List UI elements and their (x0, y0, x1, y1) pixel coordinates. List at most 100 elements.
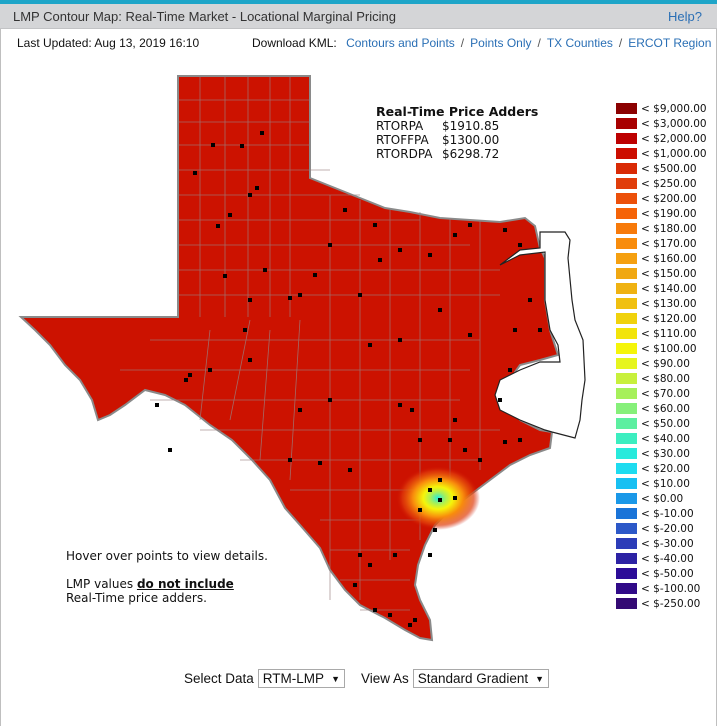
settlement-point-marker[interactable] (453, 418, 457, 422)
settlement-point-marker[interactable] (243, 328, 247, 332)
legend-label: < $120.00 (641, 312, 697, 325)
legend-swatch (616, 598, 637, 609)
kml-contours-points-link[interactable]: Contours and Points (346, 36, 455, 50)
settlement-point-marker[interactable] (188, 373, 192, 377)
settlement-point-marker[interactable] (288, 296, 292, 300)
settlement-point-marker[interactable] (393, 553, 397, 557)
settlement-point-marker[interactable] (208, 368, 212, 372)
settlement-point-marker[interactable] (398, 248, 402, 252)
settlement-point-marker[interactable] (211, 143, 215, 147)
legend-swatch (616, 403, 637, 414)
settlement-point-marker[interactable] (313, 273, 317, 277)
settlement-point-marker[interactable] (418, 438, 422, 442)
settlement-point-marker[interactable] (388, 613, 392, 617)
settlement-point-marker[interactable] (298, 293, 302, 297)
page-title: LMP Contour Map: Real-Time Market - Loca… (13, 9, 396, 24)
settlement-point-marker[interactable] (463, 448, 467, 452)
settlement-point-marker[interactable] (193, 171, 197, 175)
map-controls: Select Data RTM-LMP ▼ View As Standard Gr… (184, 669, 550, 688)
separator: / (537, 36, 541, 50)
settlement-point-marker[interactable] (368, 563, 372, 567)
settlement-point-marker[interactable] (503, 228, 507, 232)
kml-ercot-region-link[interactable]: ERCOT Region (628, 36, 711, 50)
settlement-point-marker[interactable] (528, 298, 532, 302)
settlement-point-marker[interactable] (358, 553, 362, 557)
settlement-point-marker[interactable] (503, 440, 507, 444)
settlement-point-marker[interactable] (448, 438, 452, 442)
view-as-dropdown[interactable]: Standard Gradient ▼ (412, 669, 550, 688)
settlement-point-marker[interactable] (373, 608, 377, 612)
settlement-point-marker[interactable] (240, 144, 244, 148)
settlement-point-marker[interactable] (428, 553, 432, 557)
lmp-note-prefix: LMP values (66, 577, 137, 591)
settlement-point-marker[interactable] (168, 448, 172, 452)
settlement-point-marker[interactable] (513, 328, 517, 332)
settlement-point-marker[interactable] (248, 193, 252, 197)
legend-item: < $120.00 (616, 311, 707, 326)
settlement-point-marker[interactable] (353, 583, 357, 587)
settlement-point-marker[interactable] (358, 293, 362, 297)
legend-item: < $-30.00 (616, 536, 707, 551)
settlement-point-marker[interactable] (468, 223, 472, 227)
legend-swatch (616, 418, 637, 429)
settlement-point-marker[interactable] (328, 243, 332, 247)
settlement-point-marker[interactable] (413, 618, 417, 622)
settlement-point-marker[interactable] (318, 461, 322, 465)
legend-label: < $500.00 (641, 162, 697, 175)
settlement-point-marker[interactable] (398, 403, 402, 407)
settlement-point-marker[interactable] (478, 458, 482, 462)
legend-swatch (616, 238, 637, 249)
settlement-point-marker[interactable] (398, 338, 402, 342)
legend-swatch (616, 343, 637, 354)
settlement-point-marker[interactable] (343, 208, 347, 212)
select-data-dropdown[interactable]: RTM-LMP ▼ (257, 669, 345, 688)
settlement-point-marker[interactable] (263, 268, 267, 272)
settlement-point-marker[interactable] (538, 328, 542, 332)
settlement-point-marker[interactable] (428, 488, 432, 492)
legend-item: < $-50.00 (616, 566, 707, 581)
settlement-point-marker[interactable] (508, 368, 512, 372)
help-link[interactable]: Help? (668, 9, 702, 24)
settlement-point-marker[interactable] (378, 258, 382, 262)
legend-swatch (616, 178, 637, 189)
kml-tx-counties-link[interactable]: TX Counties (547, 36, 613, 50)
legend-label: < $250.00 (641, 177, 697, 190)
settlement-point-marker[interactable] (438, 478, 442, 482)
settlement-point-marker[interactable] (328, 398, 332, 402)
price-adders-title: Real-Time Price Adders (376, 104, 539, 119)
dropdown-arrow-icon: ▼ (331, 673, 340, 684)
settlement-point-marker[interactable] (438, 498, 442, 502)
settlement-point-marker[interactable] (518, 438, 522, 442)
settlement-point-marker[interactable] (260, 131, 264, 135)
settlement-point-marker[interactable] (418, 508, 422, 512)
legend-item: < $-40.00 (616, 551, 707, 566)
settlement-point-marker[interactable] (298, 408, 302, 412)
settlement-point-marker[interactable] (438, 308, 442, 312)
settlement-point-marker[interactable] (216, 224, 220, 228)
settlement-point-marker[interactable] (223, 274, 227, 278)
legend-item: < $150.00 (616, 266, 707, 281)
settlement-point-marker[interactable] (498, 398, 502, 402)
settlement-point-marker[interactable] (453, 233, 457, 237)
legend-swatch (616, 508, 637, 519)
settlement-point-marker[interactable] (428, 253, 432, 257)
settlement-point-marker[interactable] (410, 408, 414, 412)
settlement-point-marker[interactable] (368, 343, 372, 347)
kml-points-only-link[interactable]: Points Only (470, 36, 531, 50)
settlement-point-marker[interactable] (348, 468, 352, 472)
legend-label: < $2,000.00 (641, 132, 707, 145)
settlement-point-marker[interactable] (468, 333, 472, 337)
settlement-point-marker[interactable] (228, 213, 232, 217)
settlement-point-marker[interactable] (248, 298, 252, 302)
settlement-point-marker[interactable] (518, 243, 522, 247)
settlement-point-marker[interactable] (248, 358, 252, 362)
settlement-point-marker[interactable] (433, 528, 437, 532)
settlement-point-marker[interactable] (288, 458, 292, 462)
settlement-point-marker[interactable] (255, 186, 259, 190)
legend-swatch (616, 163, 637, 174)
settlement-point-marker[interactable] (155, 403, 159, 407)
settlement-point-marker[interactable] (408, 623, 412, 627)
settlement-point-marker[interactable] (453, 496, 457, 500)
settlement-point-marker[interactable] (373, 223, 377, 227)
settlement-point-marker[interactable] (184, 378, 188, 382)
